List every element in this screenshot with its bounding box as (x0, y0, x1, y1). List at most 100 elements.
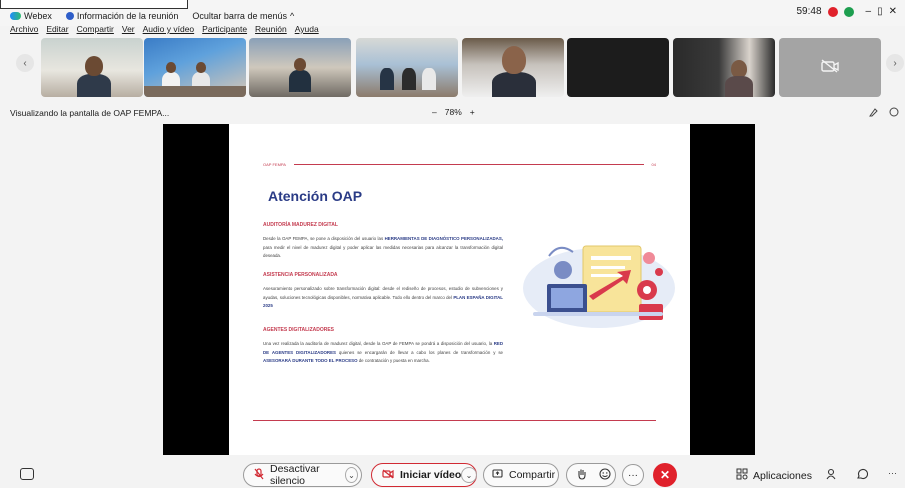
meeting-timer: 59:48 (796, 6, 822, 17)
participant-video-off[interactable] (779, 38, 881, 97)
webex-logo-icon (10, 12, 21, 20)
unmute-button[interactable]: Desactivar silencio ⌄ (243, 463, 362, 487)
minimize-button[interactable]: – (866, 6, 872, 17)
share-label: Compartir (509, 469, 556, 481)
digital-transformation-illustration (519, 226, 679, 336)
chat-icon[interactable] (856, 468, 869, 483)
section-agentes: AGENTES DIGITALIZADORES Una vez realizad… (263, 327, 503, 366)
apps-button[interactable]: Aplicaciones (736, 468, 812, 483)
recording-icon[interactable] (827, 6, 838, 17)
meeting-controls: Desactivar silencio ⌄ Iniciar vídeo ⌄ Co… (0, 462, 905, 488)
video-off-icon (382, 469, 394, 482)
hide-menu-label: Ocultar barra de menús (192, 11, 287, 21)
restore-button[interactable]: ▯ (877, 6, 883, 17)
menu-participante[interactable]: Participante (202, 24, 247, 38)
title-bar: Webex Información de la reunión Ocultar … (0, 0, 905, 26)
slide-page-number: 04 (651, 162, 656, 167)
participant-strip: ‹ › (0, 38, 905, 100)
participant-head (166, 62, 176, 73)
zoom-controls: – 78% + (432, 107, 475, 117)
apps-grid-icon (736, 468, 748, 483)
window-controls: 59:48 – ▯ ✕ (797, 6, 898, 17)
participant-head (294, 58, 306, 71)
slide-header-rule (293, 164, 644, 165)
participant-video-5[interactable] (462, 38, 564, 97)
section-heading: AGENTES DIGITALIZADORES (263, 327, 335, 333)
menu-editar[interactable]: Editar (46, 24, 68, 38)
participant-head (502, 46, 526, 74)
participant-figure (77, 74, 111, 97)
reactions-group (566, 463, 616, 487)
captions-icon[interactable] (20, 468, 34, 480)
section-body: Asesoramiento personalizado sobre transf… (263, 286, 503, 308)
participant-figure (402, 68, 416, 90)
menu-archivo[interactable]: Archivo (10, 24, 38, 38)
participant-figure (492, 72, 536, 97)
table-shape (144, 86, 246, 97)
menu-ayuda[interactable]: Ayuda (295, 24, 319, 38)
section-body: Una vez realizada la auditoría de madure… (263, 341, 503, 363)
menu-compartir[interactable]: Compartir (77, 24, 114, 38)
presentation-slide: OAP FEMPA 04 Atención OAP AUDITORÍA MADU… (229, 124, 690, 455)
viewer-tools (869, 107, 899, 119)
participant-video-2[interactable] (144, 38, 246, 97)
close-button[interactable]: ✕ (889, 6, 897, 17)
strip-prev-button[interactable]: ‹ (16, 54, 34, 72)
shared-screen[interactable]: OAP FEMPA 04 Atención OAP AUDITORÍA MADU… (163, 124, 755, 455)
slide-title: Atención OAP (268, 188, 363, 204)
participant-video-1[interactable] (41, 38, 143, 97)
hide-menu-button[interactable]: Ocultar barra de menús ^ (192, 11, 294, 21)
strip-next-button[interactable]: › (886, 54, 904, 72)
chevron-down-icon[interactable]: ⌄ (344, 467, 358, 483)
connection-status-icon[interactable] (843, 6, 854, 17)
participant-figure (380, 68, 394, 90)
start-video-label: Iniciar vídeo (400, 469, 462, 481)
overlay-box (0, 0, 188, 9)
section-auditoria: AUDITORÍA MADUREZ DIGITAL Desde la OAP F… (263, 222, 503, 261)
apps-label: Aplicaciones (753, 469, 812, 482)
participant-head (85, 56, 103, 76)
chevron-up-icon: ^ (289, 11, 295, 21)
meeting-info-label: Información de la reunión (76, 11, 179, 21)
slide-header-label: OAP FEMPA (263, 162, 286, 167)
zoom-out-button[interactable]: – (432, 107, 437, 117)
chat-bubble-icon[interactable] (889, 107, 899, 119)
section-heading: AUDITORÍA MADUREZ DIGITAL (263, 222, 338, 228)
more-panels-icon[interactable]: ··· (888, 468, 897, 478)
meeting-info-button[interactable]: Información de la reunión (65, 11, 179, 21)
app-name: Webex (24, 11, 52, 21)
participant-video-7[interactable] (673, 38, 775, 97)
menu-audio-video[interactable]: Audio y vídeo (143, 24, 195, 38)
emoji-reaction-icon[interactable] (599, 467, 611, 483)
share-screen-icon (492, 468, 503, 482)
video-options-chevron-icon[interactable]: ⌄ (461, 467, 477, 483)
slide-header: OAP FEMPA 04 (263, 162, 656, 167)
camera-off-icon (821, 59, 839, 76)
sharing-label: Visualizando la pantalla de OAP FEMPA... (10, 108, 170, 118)
menu-reunion[interactable]: Reunión (255, 24, 287, 38)
end-call-button[interactable]: ✕ (653, 463, 677, 487)
zoom-in-button[interactable]: + (470, 107, 475, 117)
participant-video-4[interactable] (356, 38, 458, 97)
section-heading: ASISTENCIA PERSONALIZADA (263, 272, 338, 278)
info-icon (65, 12, 74, 20)
share-button[interactable]: Compartir (483, 463, 559, 487)
more-options-button[interactable]: ··· (622, 464, 644, 486)
viewer-bar: Visualizando la pantalla de OAP FEMPA...… (0, 104, 905, 120)
mic-muted-icon (254, 467, 264, 483)
participant-figure (422, 68, 436, 90)
participant-video-6[interactable] (567, 38, 669, 97)
participant-head (196, 62, 206, 73)
unmute-label: Desactivar silencio (270, 463, 320, 487)
menu-ver[interactable]: Ver (122, 24, 135, 38)
raise-hand-icon[interactable] (577, 468, 587, 483)
annotate-icon[interactable] (869, 107, 879, 119)
participant-video-3[interactable] (249, 38, 351, 97)
webex-app-title: Webex (10, 11, 52, 21)
zoom-level: 78% (444, 107, 462, 117)
slide-footer-rule (253, 420, 656, 421)
section-asistencia: ASISTENCIA PERSONALIZADA Asesoramiento p… (263, 272, 503, 311)
participant-figure (725, 76, 753, 97)
participants-icon[interactable] (826, 468, 838, 483)
participant-figure (289, 70, 311, 92)
